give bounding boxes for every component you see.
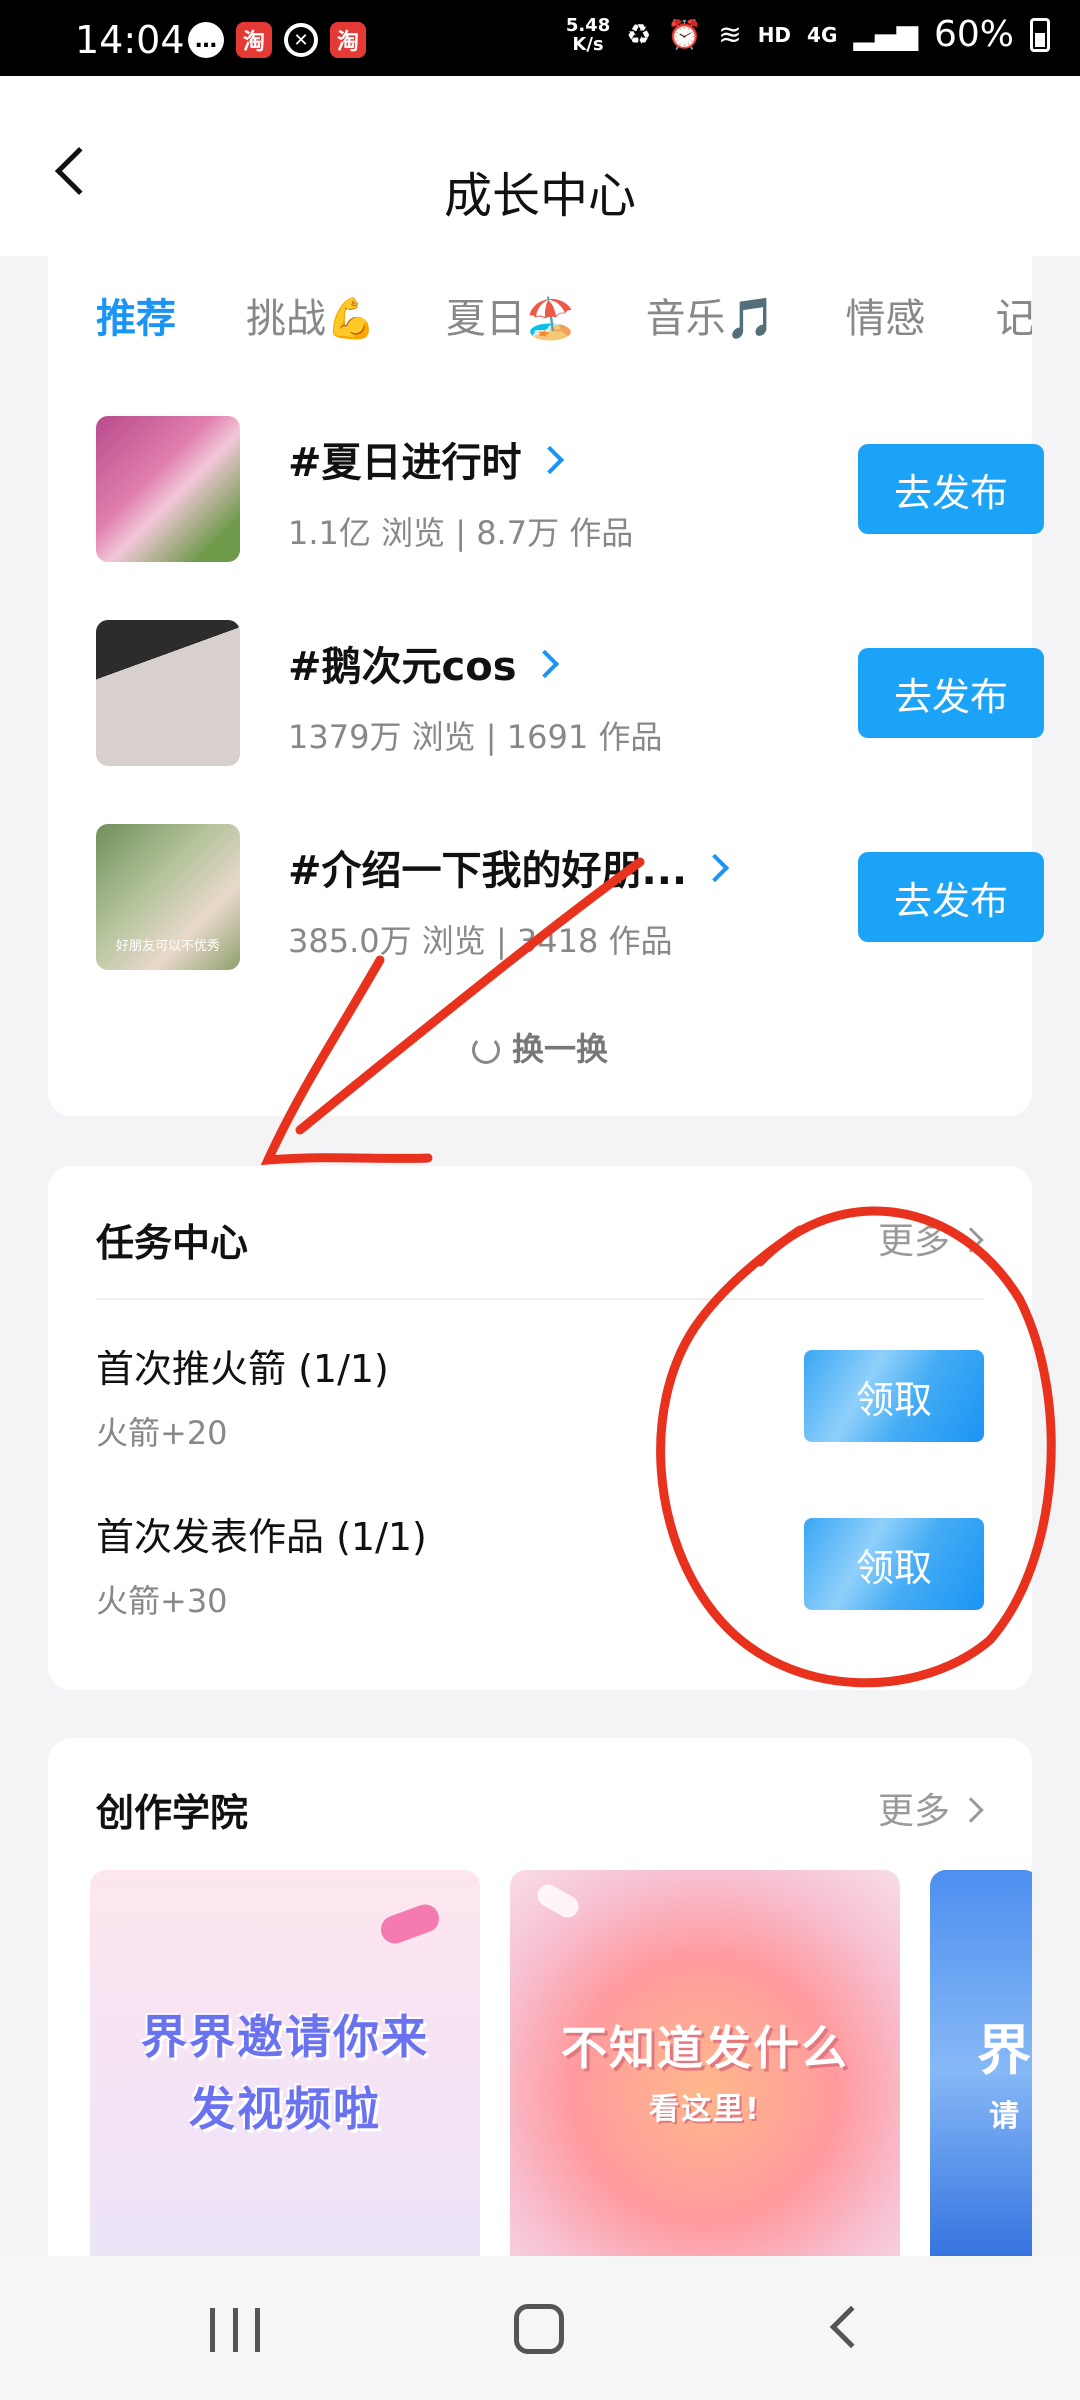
taobao-icon: 淘: [330, 22, 366, 58]
academy-card[interactable]: 界 请: [930, 1870, 1032, 2270]
publish-button[interactable]: 去发布: [858, 648, 1044, 738]
topic-thumbnail[interactable]: 好朋友可以不优秀: [96, 824, 240, 970]
academy-more-link[interactable]: 更多: [877, 1782, 984, 1834]
topic-title-text: #夏日进行时: [288, 440, 522, 486]
tab-record[interactable]: 记: [995, 286, 1032, 344]
academy-card[interactable]: 不知道发什么 看这里!: [510, 1870, 900, 2270]
task-name: 首次发表作品 (1/1): [96, 1515, 427, 1559]
academy-card-line2: 发视频啦: [189, 2082, 381, 2136]
chevron-right-icon: [700, 853, 730, 883]
task-reward: 火箭+20: [96, 1414, 228, 1452]
battery-icon: [1030, 17, 1050, 52]
more-label: 更多: [877, 1221, 950, 1262]
tab-recommend[interactable]: 推荐: [96, 286, 176, 344]
chevron-right-icon: [530, 649, 559, 679]
network-type: 4G: [807, 22, 838, 47]
nav-back-icon[interactable]: [829, 2305, 873, 2349]
topic-title[interactable]: #介绍一下我的好朋...: [288, 838, 730, 896]
app-header: 成长中心: [0, 76, 1080, 256]
more-label: 更多: [877, 1791, 950, 1832]
task-center-title: 任务中心: [96, 1221, 249, 1265]
refresh-button[interactable]: 换一换: [48, 1024, 1032, 1070]
system-nav-bar: [0, 2256, 1080, 2400]
home-icon[interactable]: [514, 2304, 564, 2354]
task-name: 首次推火箭 (1/1): [96, 1347, 389, 1391]
task-center-more-link[interactable]: 更多: [877, 1212, 984, 1264]
academy-card-line1: 界界邀请你来: [141, 2010, 429, 2064]
academy-card-line1: 不知道发什么: [561, 2021, 849, 2075]
divider: [96, 1298, 984, 1300]
academy-carousel[interactable]: 界界邀请你来 发视频啦 不知道发什么 看这里! 界 请: [90, 1870, 1032, 2270]
signal-icon: ▂▄▆: [853, 18, 918, 51]
recycle-icon: ♻: [626, 18, 652, 51]
status-time: 14:04: [75, 18, 185, 62]
topic-meta: 1379万 浏览 | 1691 作品: [288, 718, 663, 756]
task-item: 首次推火箭 (1/1) 火箭+20 领取: [96, 1338, 984, 1458]
status-right: 5.48 K/s ♻ ⏰ ≋ HD 4G ▂▄▆ 60%: [566, 14, 1050, 55]
academy-card-line2: 请: [989, 2098, 1021, 2134]
chevron-right-icon: [535, 445, 564, 475]
topic-title-text: #介绍一下我的好朋...: [288, 848, 688, 894]
chevron-right-icon: [958, 1227, 984, 1253]
topic-row[interactable]: #夏日进行时 1.1亿 浏览 | 8.7万 作品 去发布: [96, 416, 1044, 562]
refresh-icon: [471, 1036, 500, 1064]
tab-challenge[interactable]: 挑战💪: [246, 286, 376, 344]
refresh-label: 换一换: [511, 1030, 608, 1068]
speed-value: 5.48: [565, 14, 611, 36]
topic-title-text: #鹅次元cos: [288, 644, 517, 690]
topic-row[interactable]: #鹅次元cos 1379万 浏览 | 1691 作品 去发布: [96, 620, 1044, 766]
thumbnail-caption: 好朋友可以不优秀: [115, 939, 220, 954]
task-item: 首次发表作品 (1/1) 火箭+30 领取: [96, 1506, 984, 1626]
topics-card: 推荐 挑战💪 夏日🏖️ 音乐🎵 情感 记 #夏日进行时 1.1亿 浏览 | 8.…: [48, 256, 1044, 1116]
tab-summer[interactable]: 夏日🏖️: [446, 286, 576, 344]
publish-button[interactable]: 去发布: [858, 444, 1044, 534]
network-speed: 5.48 K/s: [566, 16, 610, 54]
page-title: 成长中心: [443, 168, 636, 224]
publish-button[interactable]: 去发布: [858, 852, 1044, 942]
claim-button[interactable]: 领取: [804, 1518, 984, 1610]
wifi-icon: ≋: [718, 18, 742, 51]
rocket-icon: [533, 1880, 583, 1922]
notification-icons: … 淘 ✕ 淘: [188, 22, 366, 58]
topic-title[interactable]: #夏日进行时: [288, 430, 564, 488]
chevron-right-icon: [958, 1797, 984, 1823]
speed-unit: K/s: [572, 33, 604, 55]
academy-card[interactable]: 界界邀请你来 发视频啦: [90, 1870, 480, 2270]
academy-title: 创作学院: [96, 1791, 249, 1835]
task-center-card: 任务中心 更多 首次推火箭 (1/1) 火箭+20 领取 首次发表作品 (1/1…: [48, 1166, 1032, 1690]
tab-emotion[interactable]: 情感: [845, 286, 925, 344]
topic-row[interactable]: 好朋友可以不优秀 #介绍一下我的好朋... 385.0万 浏览 | 3418 作…: [96, 824, 1044, 970]
topic-title[interactable]: #鹅次元cos: [288, 634, 559, 692]
hd-label: HD: [757, 22, 792, 47]
alarm-icon: ⏰: [667, 18, 703, 51]
battery-percent: 60%: [933, 14, 1014, 55]
topic-meta: 385.0万 浏览 | 3418 作品: [288, 922, 673, 960]
tab-music[interactable]: 音乐🎵: [646, 286, 776, 344]
chat-icon: …: [188, 22, 224, 58]
task-reward: 火箭+30: [96, 1582, 228, 1620]
recent-apps-icon[interactable]: [210, 2308, 260, 2352]
academy-card-line1: 界: [977, 2018, 1032, 2082]
topic-thumbnail[interactable]: [96, 620, 240, 766]
taobao-icon: 淘: [236, 22, 272, 58]
rocket-icon: [377, 1900, 443, 1948]
status-bar: 14:04 … 淘 ✕ 淘 5.48 K/s ♻ ⏰ ≋ HD 4G ▂▄▆ 6…: [0, 0, 1080, 76]
academy-card-line2: 看这里!: [649, 2092, 761, 2127]
claim-button[interactable]: 领取: [804, 1350, 984, 1442]
topic-thumbnail[interactable]: [96, 416, 240, 562]
topic-tabs: 推荐 挑战💪 夏日🏖️ 音乐🎵 情感 记: [96, 286, 1032, 344]
compass-icon: ✕: [284, 23, 318, 57]
topic-meta: 1.1亿 浏览 | 8.7万 作品: [288, 514, 634, 552]
